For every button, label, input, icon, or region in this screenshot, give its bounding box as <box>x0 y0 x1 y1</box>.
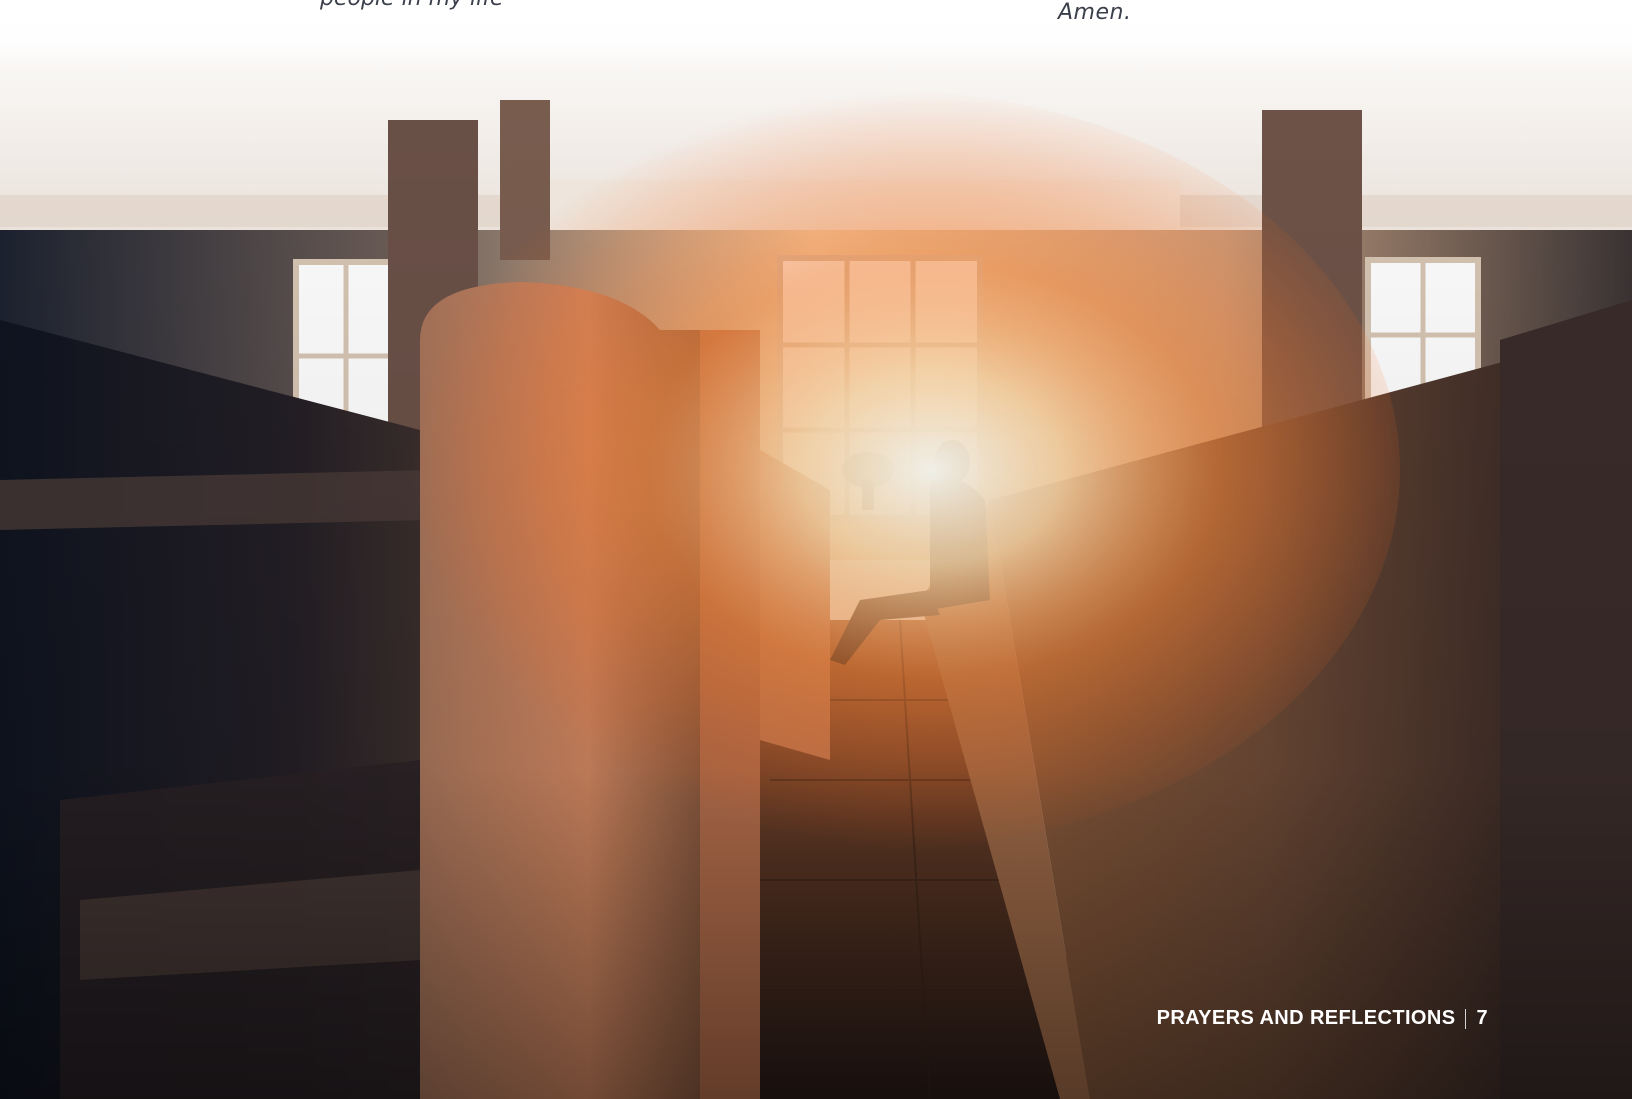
church-pews-photo <box>0 0 1632 1099</box>
page-footer: PRAYERS AND REFLECTIONS 7 <box>1157 1007 1488 1030</box>
footer-separator <box>1465 1008 1467 1029</box>
prayer-cutoff-line: people in my life <box>320 0 504 11</box>
footer-section-title: PRAYERS AND REFLECTIONS <box>1156 1007 1456 1029</box>
prayer-amen: Amen. <box>1058 0 1132 25</box>
document-page: people in my life Amen. PRAYERS AND REFL… <box>0 0 1632 1099</box>
top-fade-overlay <box>0 0 1632 70</box>
page-number: 7 <box>1476 1007 1488 1029</box>
